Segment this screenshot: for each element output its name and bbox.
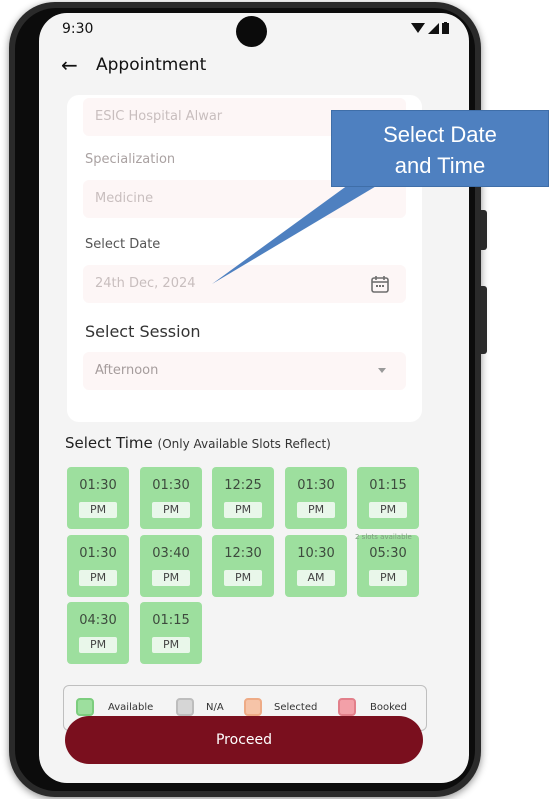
app-bar: ← Appointment bbox=[39, 49, 469, 87]
time-slot[interactable]: 12:30 PM bbox=[212, 535, 274, 597]
slot-time: 01:30 bbox=[79, 546, 117, 561]
wifi-icon bbox=[411, 23, 425, 33]
time-slot[interactable]: 10:30 AM bbox=[285, 535, 347, 597]
slot-ampm: PM bbox=[369, 502, 407, 518]
calendar-icon[interactable] bbox=[370, 274, 390, 294]
caret-down-icon bbox=[378, 368, 386, 373]
page-title: Appointment bbox=[96, 55, 207, 75]
proceed-button[interactable]: Proceed bbox=[65, 716, 423, 764]
date-value: 24th Dec, 2024 bbox=[95, 276, 196, 291]
back-arrow-icon[interactable]: ← bbox=[61, 55, 78, 75]
time-slot[interactable]: 05:30 PM bbox=[357, 535, 419, 597]
select-time-heading: Select Time (Only Available Slots Reflec… bbox=[65, 434, 331, 452]
slot-time: 01:30 bbox=[152, 478, 190, 493]
slot-time: 01:15 bbox=[152, 613, 190, 628]
slots-available-note: 2 slots available bbox=[355, 533, 412, 541]
slot-ampm: PM bbox=[224, 570, 262, 586]
status-time: 9:30 bbox=[62, 21, 94, 37]
legend-selected-swatch bbox=[244, 698, 262, 716]
battery-icon bbox=[442, 22, 449, 34]
specialization-value: Medicine bbox=[95, 191, 154, 206]
slot-time: 03:40 bbox=[152, 546, 190, 561]
time-slot[interactable]: 01:30 PM bbox=[285, 467, 347, 529]
select-time-title: Select Time bbox=[65, 434, 153, 452]
volume-button bbox=[481, 210, 487, 250]
slot-time: 01:30 bbox=[79, 478, 117, 493]
date-field[interactable]: 24th Dec, 2024 bbox=[83, 265, 406, 303]
slot-time: 05:30 bbox=[369, 546, 407, 561]
time-slot[interactable]: 03:40 PM bbox=[140, 535, 202, 597]
session-label: Select Session bbox=[85, 322, 201, 341]
select-time-subtitle: (Only Available Slots Reflect) bbox=[157, 437, 331, 451]
slot-ampm: PM bbox=[297, 502, 335, 518]
callout-box: Select Date and Time bbox=[331, 110, 549, 187]
slot-ampm: PM bbox=[79, 502, 117, 518]
slot-ampm: PM bbox=[152, 502, 190, 518]
legend-booked-swatch bbox=[338, 698, 356, 716]
legend-booked-label: Booked bbox=[370, 702, 408, 713]
slot-ampm: PM bbox=[79, 637, 117, 653]
slot-ampm: PM bbox=[79, 570, 117, 586]
slot-ampm: PM bbox=[152, 637, 190, 653]
slot-ampm: PM bbox=[152, 570, 190, 586]
status-icons bbox=[411, 22, 449, 34]
legend-selected-label: Selected bbox=[274, 702, 318, 713]
time-slot[interactable]: 01:30 PM bbox=[67, 535, 129, 597]
time-slot[interactable]: 01:30 PM bbox=[67, 467, 129, 529]
slot-time: 12:30 bbox=[224, 546, 262, 561]
power-button bbox=[481, 286, 487, 354]
signal-icon bbox=[428, 22, 439, 34]
session-value: Afternoon bbox=[95, 363, 159, 378]
slot-time: 04:30 bbox=[79, 613, 117, 628]
legend-available-swatch bbox=[76, 698, 94, 716]
session-dropdown[interactable]: Afternoon bbox=[83, 352, 406, 390]
legend-na-swatch bbox=[176, 698, 194, 716]
slot-ampm: AM bbox=[297, 570, 335, 586]
time-slot[interactable]: 12:25 PM bbox=[212, 467, 274, 529]
callout-text: Select Date and Time bbox=[383, 122, 497, 178]
camera-cutout bbox=[236, 16, 267, 47]
slot-ampm: PM bbox=[369, 570, 407, 586]
time-slot[interactable]: 01:30 PM bbox=[140, 467, 202, 529]
slot-time: 12:25 bbox=[224, 478, 262, 493]
time-slot[interactable]: 04:30 PM bbox=[67, 602, 129, 664]
legend-available-label: Available bbox=[108, 702, 154, 713]
date-label: Select Date bbox=[85, 237, 161, 252]
legend-na-label: N/A bbox=[206, 702, 224, 713]
slot-time: 10:30 bbox=[297, 546, 335, 561]
time-slot[interactable]: 01:15 PM bbox=[357, 467, 419, 529]
slot-ampm: PM bbox=[224, 502, 262, 518]
time-slot[interactable]: 01:15 PM bbox=[140, 602, 202, 664]
slot-time: 01:15 bbox=[369, 478, 407, 493]
hospital-value: ESIC Hospital Alwar bbox=[95, 109, 223, 124]
slot-time: 01:30 bbox=[297, 478, 335, 493]
specialization-label: Specialization bbox=[85, 152, 176, 167]
